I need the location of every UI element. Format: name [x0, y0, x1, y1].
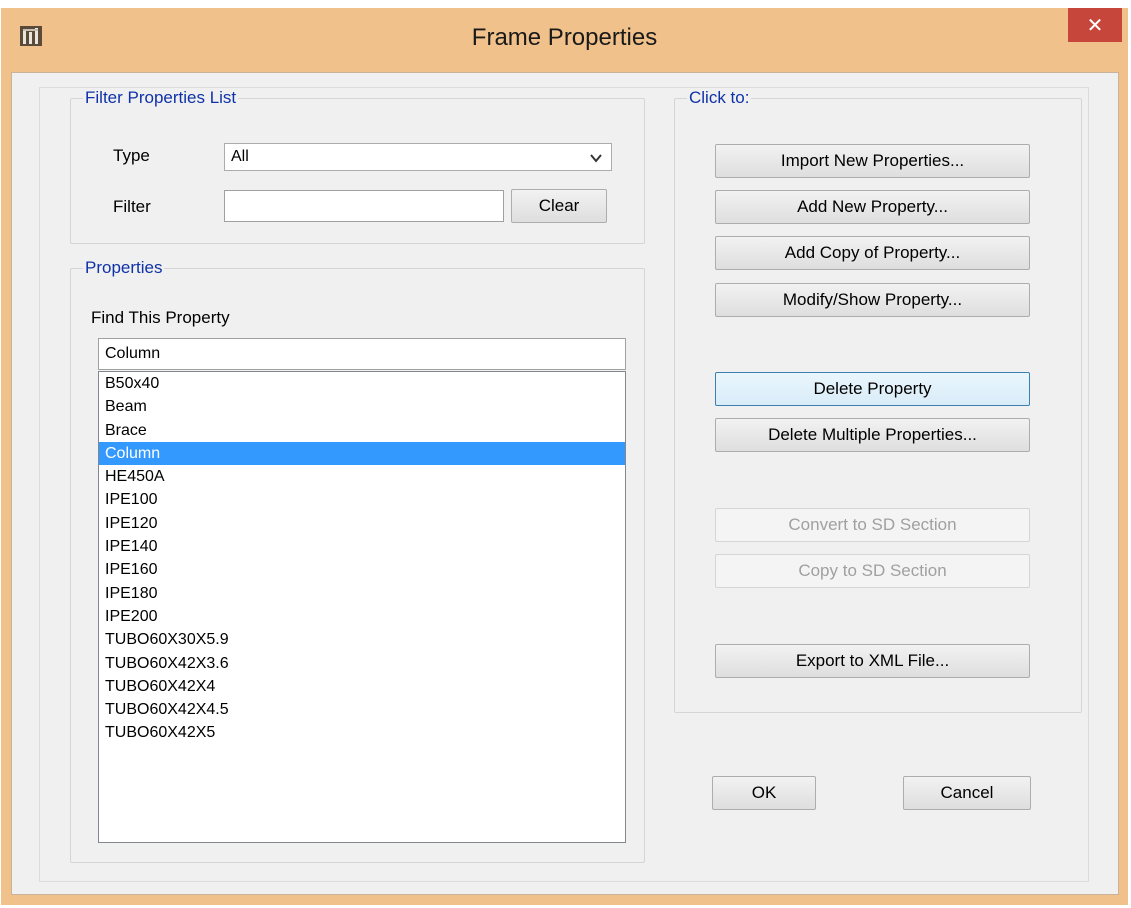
- copy-to-sd-section-button[interactable]: Copy to SD Section: [715, 554, 1030, 588]
- list-item[interactable]: IPE180: [99, 582, 625, 605]
- export-to-xml-button[interactable]: Export to XML File...: [715, 644, 1030, 678]
- title-bar[interactable]: Frame Properties ✕: [1, 8, 1128, 64]
- frame-properties-window: Frame Properties ✕ Filter Properties Lis…: [1, 8, 1128, 905]
- properties-group: Properties Find This Property B50x40Beam…: [70, 258, 645, 863]
- list-item[interactable]: IPE100: [99, 488, 625, 511]
- list-item[interactable]: Beam: [99, 395, 625, 418]
- actions-group-legend: Click to:: [689, 88, 750, 107]
- filter-group-legend: Filter Properties List: [85, 88, 237, 107]
- list-item[interactable]: Column: [99, 441, 625, 466]
- list-item[interactable]: IPE120: [99, 512, 625, 535]
- ok-button[interactable]: OK: [712, 776, 816, 810]
- list-item[interactable]: IPE200: [99, 605, 625, 628]
- close-button[interactable]: ✕: [1068, 8, 1122, 42]
- list-item[interactable]: TUBO60X42X5: [99, 721, 625, 744]
- type-dropdown-value: All: [231, 148, 249, 165]
- modify-show-property-button[interactable]: Modify/Show Property...: [715, 283, 1030, 317]
- dialog-client-area: Filter Properties List Type All Filter C…: [11, 72, 1119, 895]
- filter-input[interactable]: [224, 190, 504, 222]
- list-item[interactable]: TUBO60X30X5.9: [99, 628, 625, 651]
- convert-to-sd-section-button[interactable]: Convert to SD Section: [715, 508, 1030, 542]
- chevron-down-icon: [590, 154, 602, 163]
- top-strip: [0, 0, 1131, 8]
- import-new-properties-button[interactable]: Import New Properties...: [715, 144, 1030, 178]
- list-item[interactable]: HE450A: [99, 465, 625, 488]
- find-property-label: Find This Property: [91, 308, 230, 327]
- delete-multiple-properties-button[interactable]: Delete Multiple Properties...: [715, 418, 1030, 452]
- add-new-property-button[interactable]: Add New Property...: [715, 190, 1030, 224]
- list-item[interactable]: B50x40: [99, 372, 625, 395]
- cancel-button[interactable]: Cancel: [903, 776, 1031, 810]
- list-item[interactable]: TUBO60X42X4.5: [99, 698, 625, 721]
- dialog-frame: Filter Properties List Type All Filter C…: [39, 87, 1089, 882]
- list-item[interactable]: IPE140: [99, 535, 625, 558]
- filter-group: Filter Properties List Type All Filter C…: [70, 88, 645, 244]
- type-label: Type: [113, 146, 150, 165]
- list-item[interactable]: Brace: [99, 419, 625, 442]
- filter-label: Filter: [113, 197, 151, 216]
- properties-listbox[interactable]: B50x40 Beam Brace Column HE450A IPE100 IPE120 I…: [98, 371, 626, 843]
- type-dropdown[interactable]: All: [224, 143, 612, 171]
- close-icon: ✕: [1086, 14, 1104, 37]
- actions-group: Click to: Import New Properties... Add N…: [674, 88, 1082, 713]
- properties-group-legend: Properties: [85, 258, 163, 277]
- list-item[interactable]: TUBO60X42X4: [99, 675, 625, 698]
- clear-button[interactable]: Clear: [511, 189, 607, 223]
- delete-property-button[interactable]: Delete Property: [715, 372, 1030, 406]
- window-title: Frame Properties: [471, 24, 658, 51]
- add-copy-of-property-button[interactable]: Add Copy of Property...: [715, 236, 1030, 270]
- list-item[interactable]: TUBO60X42X3.6: [99, 652, 625, 675]
- list-item[interactable]: IPE160: [99, 558, 625, 581]
- find-property-input[interactable]: [98, 338, 626, 370]
